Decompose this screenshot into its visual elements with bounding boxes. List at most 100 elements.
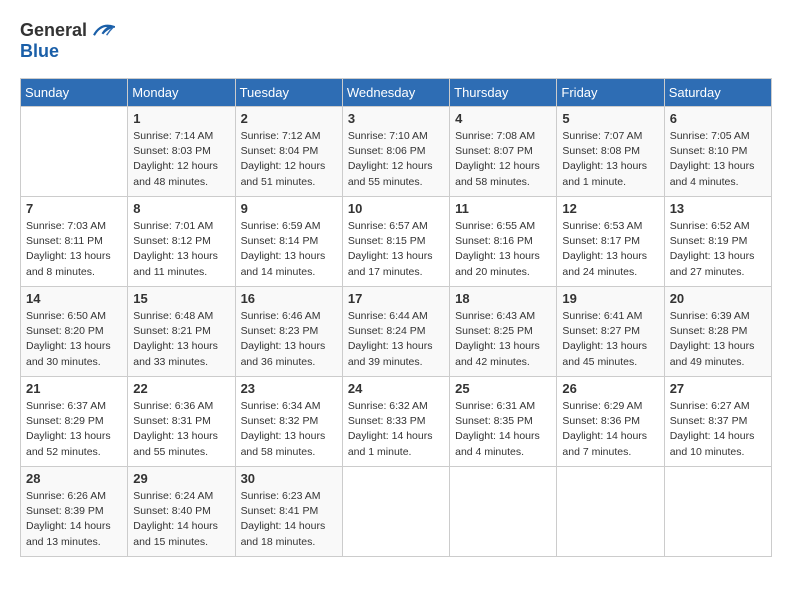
calendar-cell: 16 Sunrise: 6:46 AMSunset: 8:23 PMDayligh… [235, 287, 342, 377]
day-info: Sunrise: 6:57 AMSunset: 8:15 PMDaylight:… [348, 219, 444, 280]
calendar-cell: 9 Sunrise: 6:59 AMSunset: 8:14 PMDaylight… [235, 197, 342, 287]
day-number: 18 [455, 291, 551, 306]
day-number: 13 [670, 201, 766, 216]
calendar-week-row: 28 Sunrise: 6:26 AMSunset: 8:39 PMDayligh… [21, 467, 772, 557]
day-number: 11 [455, 201, 551, 216]
day-info: Sunrise: 6:31 AMSunset: 8:35 PMDaylight:… [455, 399, 551, 460]
day-number: 9 [241, 201, 337, 216]
day-info: Sunrise: 6:37 AMSunset: 8:29 PMDaylight:… [26, 399, 122, 460]
day-info: Sunrise: 6:55 AMSunset: 8:16 PMDaylight:… [455, 219, 551, 280]
day-info: Sunrise: 7:12 AMSunset: 8:04 PMDaylight:… [241, 129, 337, 190]
day-info: Sunrise: 7:01 AMSunset: 8:12 PMDaylight:… [133, 219, 229, 280]
calendar-cell: 1 Sunrise: 7:14 AMSunset: 8:03 PMDaylight… [128, 107, 235, 197]
day-number: 30 [241, 471, 337, 486]
day-info: Sunrise: 6:27 AMSunset: 8:37 PMDaylight:… [670, 399, 766, 460]
calendar-cell: 10 Sunrise: 6:57 AMSunset: 8:15 PMDayligh… [342, 197, 449, 287]
calendar-cell: 3 Sunrise: 7:10 AMSunset: 8:06 PMDaylight… [342, 107, 449, 197]
calendar-cell: 15 Sunrise: 6:48 AMSunset: 8:21 PMDayligh… [128, 287, 235, 377]
day-info: Sunrise: 7:10 AMSunset: 8:06 PMDaylight:… [348, 129, 444, 190]
day-info: Sunrise: 7:05 AMSunset: 8:10 PMDaylight:… [670, 129, 766, 190]
day-number: 15 [133, 291, 229, 306]
calendar-cell: 25 Sunrise: 6:31 AMSunset: 8:35 PMDayligh… [450, 377, 557, 467]
calendar-cell: 17Sunrise: 6:44 AMSunset: 8:24 PMDayligh… [342, 287, 449, 377]
calendar-week-row: 1 Sunrise: 7:14 AMSunset: 8:03 PMDaylight… [21, 107, 772, 197]
calendar-table: SundayMondayTuesdayWednesdayThursdayFrid… [20, 78, 772, 557]
day-info: Sunrise: 6:46 AMSunset: 8:23 PMDaylight:… [241, 309, 337, 370]
calendar-cell: 30 Sunrise: 6:23 AMSunset: 8:41 PMDayligh… [235, 467, 342, 557]
calendar-cell: 19Sunrise: 6:41 AMSunset: 8:27 PMDayligh… [557, 287, 664, 377]
day-number: 4 [455, 111, 551, 126]
calendar-cell: 2Sunrise: 7:12 AMSunset: 8:04 PMDaylight… [235, 107, 342, 197]
column-header-saturday: Saturday [664, 79, 771, 107]
day-info: Sunrise: 6:43 AMSunset: 8:25 PMDaylight:… [455, 309, 551, 370]
calendar-cell: 22Sunrise: 6:36 AMSunset: 8:31 PMDayligh… [128, 377, 235, 467]
logo-blue-text: Blue [20, 41, 59, 61]
day-number: 25 [455, 381, 551, 396]
day-info: Sunrise: 6:39 AMSunset: 8:28 PMDaylight:… [670, 309, 766, 370]
column-header-thursday: Thursday [450, 79, 557, 107]
calendar-header-row: SundayMondayTuesdayWednesdayThursdayFrid… [21, 79, 772, 107]
day-number: 5 [562, 111, 658, 126]
logo-bird-icon [87, 21, 115, 41]
calendar-week-row: 21 Sunrise: 6:37 AMSunset: 8:29 PMDayligh… [21, 377, 772, 467]
calendar-cell [450, 467, 557, 557]
day-number: 6 [670, 111, 766, 126]
day-info: Sunrise: 6:53 AMSunset: 8:17 PMDaylight:… [562, 219, 658, 280]
day-info: Sunrise: 7:03 AMSunset: 8:11 PMDaylight:… [26, 219, 122, 280]
day-info: Sunrise: 6:48 AMSunset: 8:21 PMDaylight:… [133, 309, 229, 370]
column-header-sunday: Sunday [21, 79, 128, 107]
calendar-cell: 28 Sunrise: 6:26 AMSunset: 8:39 PMDayligh… [21, 467, 128, 557]
day-info: Sunrise: 6:59 AMSunset: 8:14 PMDaylight:… [241, 219, 337, 280]
calendar-cell: 20 Sunrise: 6:39 AMSunset: 8:28 PMDayligh… [664, 287, 771, 377]
day-number: 8 [133, 201, 229, 216]
day-info: Sunrise: 6:29 AMSunset: 8:36 PMDaylight:… [562, 399, 658, 460]
calendar-week-row: 14Sunrise: 6:50 AMSunset: 8:20 PMDayligh… [21, 287, 772, 377]
day-number: 10 [348, 201, 444, 216]
day-number: 7 [26, 201, 122, 216]
calendar-cell: 14Sunrise: 6:50 AMSunset: 8:20 PMDayligh… [21, 287, 128, 377]
calendar-cell: 18 Sunrise: 6:43 AMSunset: 8:25 PMDayligh… [450, 287, 557, 377]
day-number: 26 [562, 381, 658, 396]
day-number: 24 [348, 381, 444, 396]
calendar-cell [664, 467, 771, 557]
calendar-cell: 6 Sunrise: 7:05 AMSunset: 8:10 PMDaylight… [664, 107, 771, 197]
logo: GeneralBlue [20, 20, 115, 62]
day-info: Sunrise: 6:23 AMSunset: 8:41 PMDaylight:… [241, 489, 337, 550]
column-header-tuesday: Tuesday [235, 79, 342, 107]
day-number: 29 [133, 471, 229, 486]
calendar-cell: 27Sunrise: 6:27 AMSunset: 8:37 PMDayligh… [664, 377, 771, 467]
calendar-cell: 5Sunrise: 7:07 AMSunset: 8:08 PMDaylight… [557, 107, 664, 197]
calendar-cell: 7 Sunrise: 7:03 AMSunset: 8:11 PMDaylight… [21, 197, 128, 287]
calendar-cell: 29 Sunrise: 6:24 AMSunset: 8:40 PMDayligh… [128, 467, 235, 557]
calendar-cell [21, 107, 128, 197]
day-info: Sunrise: 6:26 AMSunset: 8:39 PMDaylight:… [26, 489, 122, 550]
day-info: Sunrise: 6:41 AMSunset: 8:27 PMDaylight:… [562, 309, 658, 370]
day-number: 1 [133, 111, 229, 126]
logo-general-text: General [20, 20, 87, 41]
calendar-cell [342, 467, 449, 557]
day-info: Sunrise: 6:32 AMSunset: 8:33 PMDaylight:… [348, 399, 444, 460]
page-header: GeneralBlue [20, 20, 772, 62]
day-info: Sunrise: 6:36 AMSunset: 8:31 PMDaylight:… [133, 399, 229, 460]
day-number: 12 [562, 201, 658, 216]
day-info: Sunrise: 7:14 AMSunset: 8:03 PMDaylight:… [133, 129, 229, 190]
day-info: Sunrise: 6:50 AMSunset: 8:20 PMDaylight:… [26, 309, 122, 370]
calendar-cell [557, 467, 664, 557]
day-info: Sunrise: 6:24 AMSunset: 8:40 PMDaylight:… [133, 489, 229, 550]
calendar-cell: 8 Sunrise: 7:01 AMSunset: 8:12 PMDaylight… [128, 197, 235, 287]
column-header-friday: Friday [557, 79, 664, 107]
calendar-cell: 24 Sunrise: 6:32 AMSunset: 8:33 PMDayligh… [342, 377, 449, 467]
day-info: Sunrise: 6:52 AMSunset: 8:19 PMDaylight:… [670, 219, 766, 280]
day-number: 23 [241, 381, 337, 396]
day-number: 20 [670, 291, 766, 306]
column-header-monday: Monday [128, 79, 235, 107]
column-header-wednesday: Wednesday [342, 79, 449, 107]
day-number: 3 [348, 111, 444, 126]
calendar-cell: 4Sunrise: 7:08 AMSunset: 8:07 PMDaylight… [450, 107, 557, 197]
calendar-week-row: 7 Sunrise: 7:03 AMSunset: 8:11 PMDaylight… [21, 197, 772, 287]
calendar-cell: 13 Sunrise: 6:52 AMSunset: 8:19 PMDayligh… [664, 197, 771, 287]
day-number: 16 [241, 291, 337, 306]
calendar-cell: 23Sunrise: 6:34 AMSunset: 8:32 PMDayligh… [235, 377, 342, 467]
day-number: 28 [26, 471, 122, 486]
day-number: 21 [26, 381, 122, 396]
